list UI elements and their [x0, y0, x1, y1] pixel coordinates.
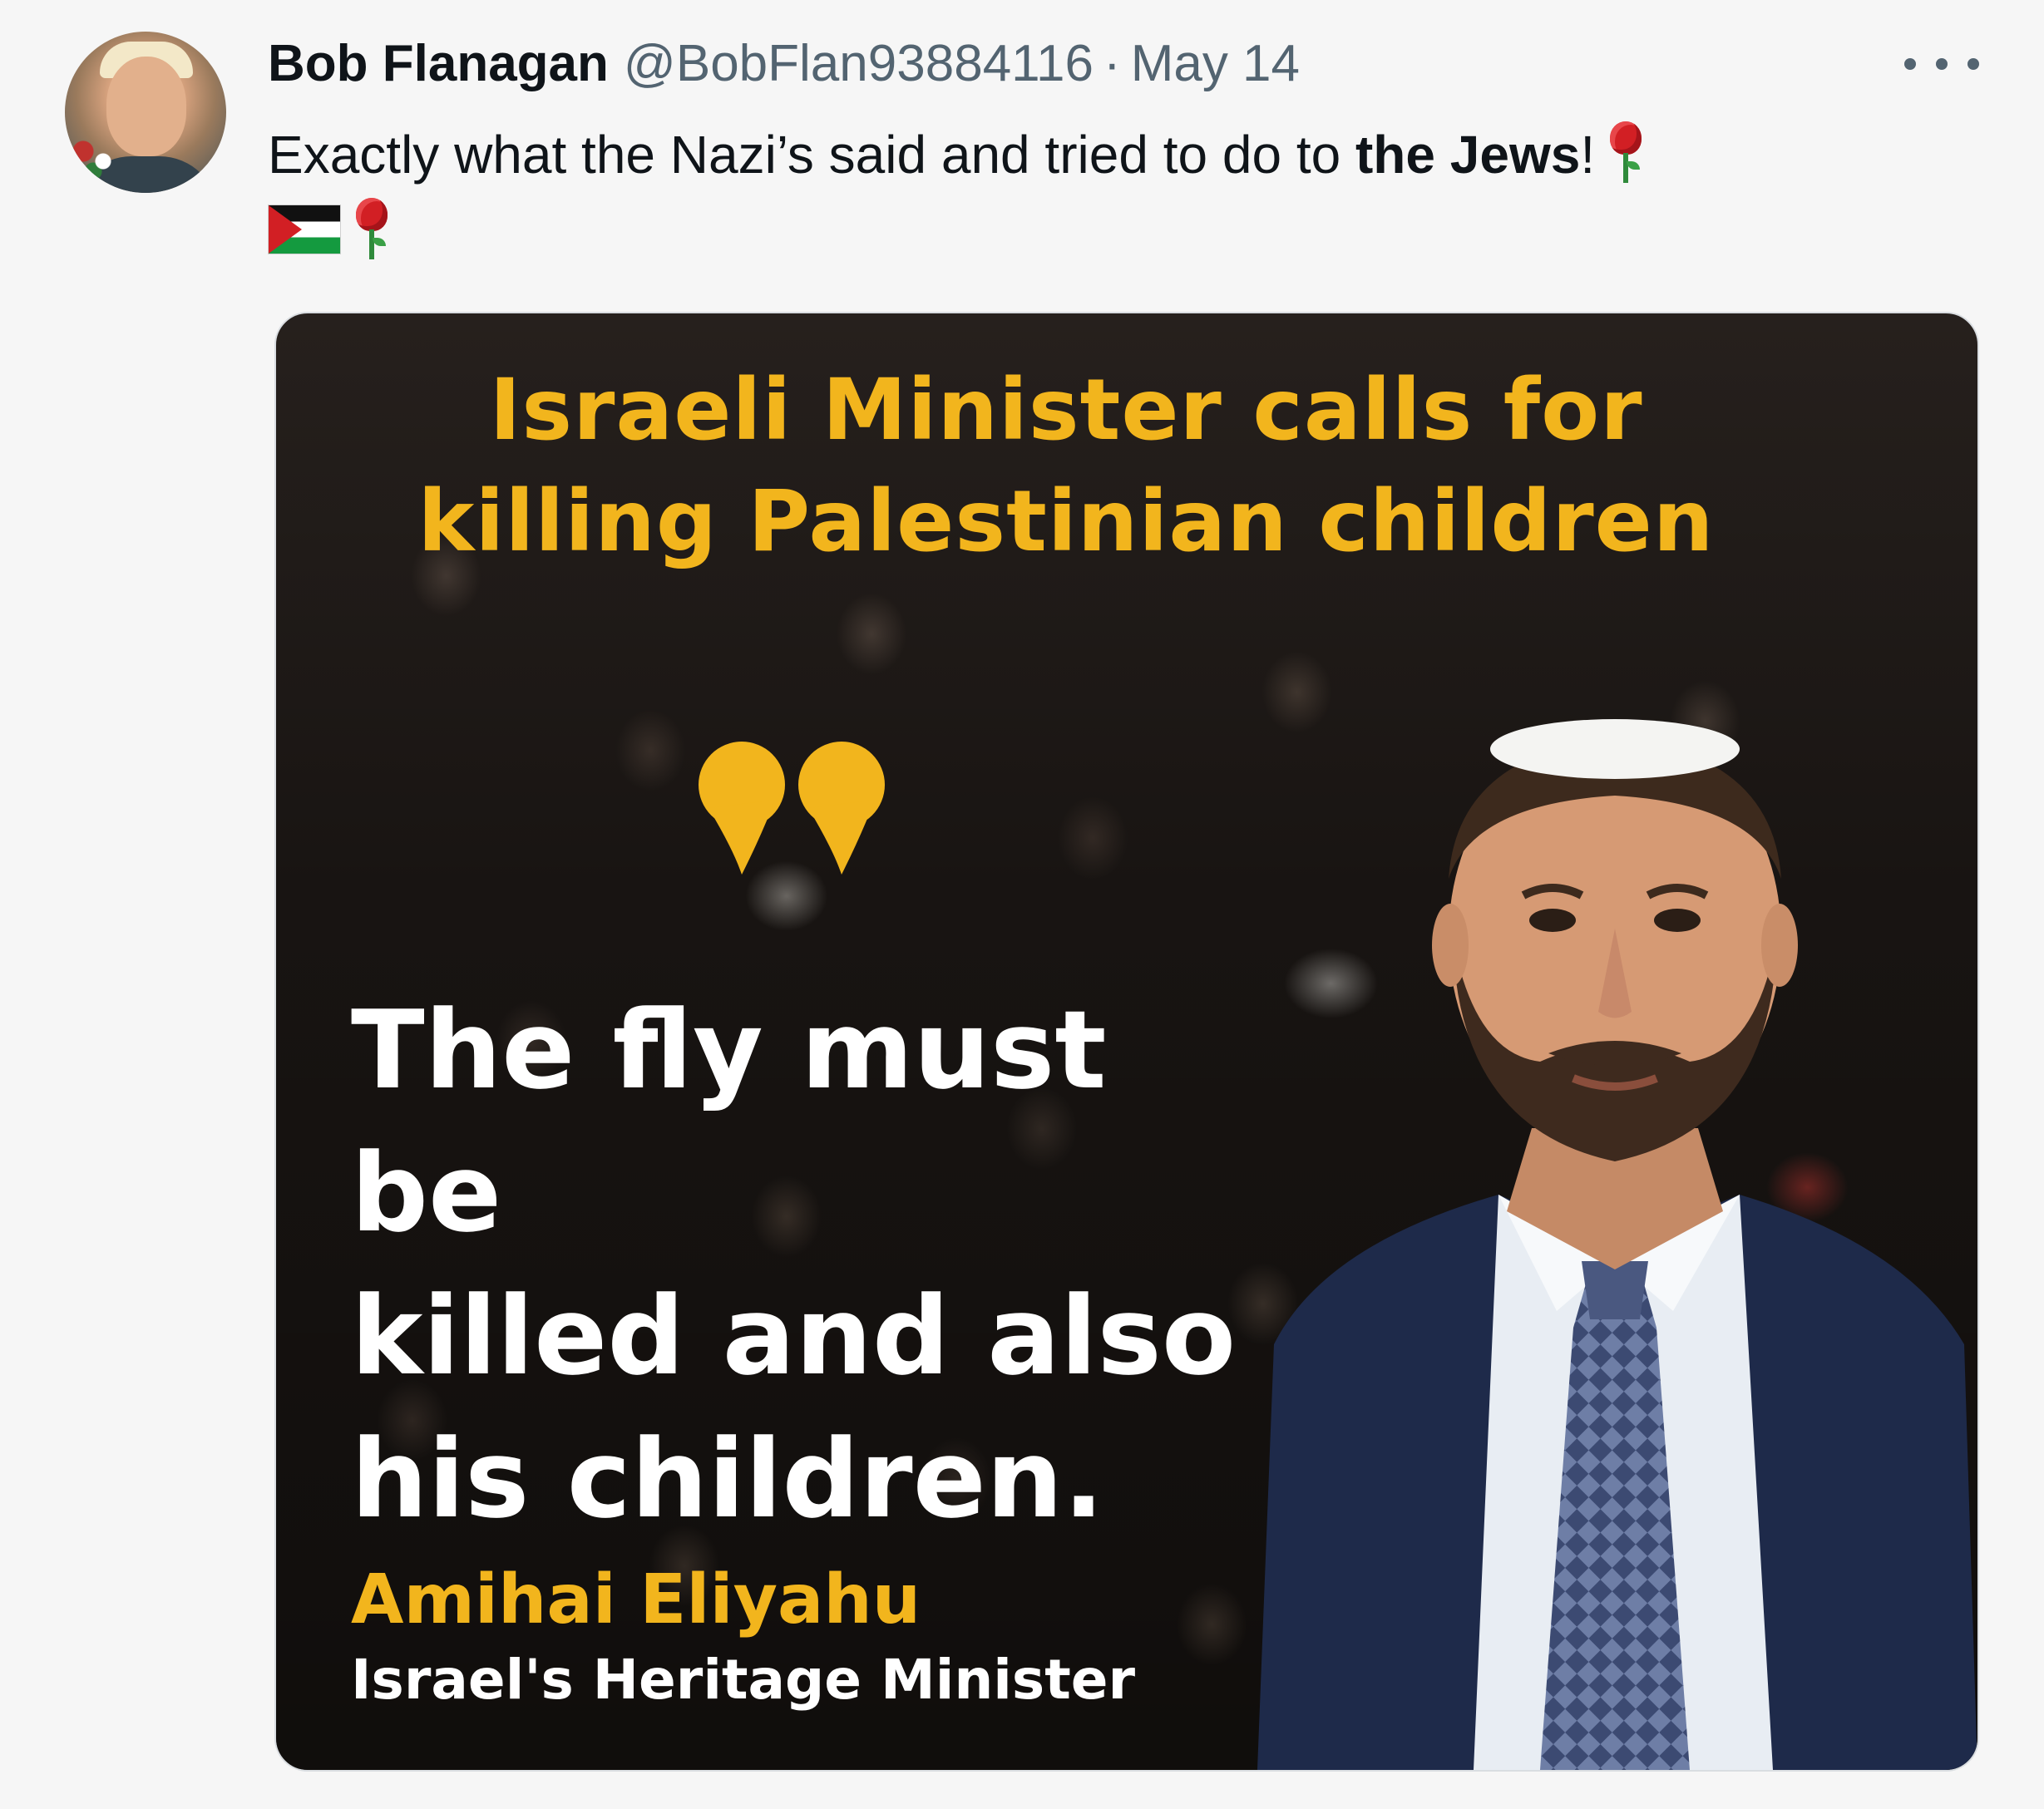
- quote-icon: [699, 742, 885, 875]
- display-name[interactable]: Bob Flanagan: [268, 34, 609, 93]
- palestine-flag-emoji: [268, 205, 341, 254]
- headline-line: killing Palestinian children: [417, 472, 1715, 571]
- speaker-title: Israel's Heritage Minister: [351, 1648, 1136, 1712]
- tweet-text-part: Exactly what the Nazi’s said and tried t…: [268, 125, 1355, 185]
- image-headline: Israeli Minister calls for killing Pales…: [276, 355, 1856, 578]
- tweet-text-bold: the Jews: [1355, 125, 1581, 185]
- more-icon-dot: [1936, 58, 1948, 70]
- tweet[interactable]: Bob Flanagan @BobFlan93884116 · May 14 E…: [0, 0, 2044, 1809]
- quote-line: The fly must be: [351, 987, 1107, 1256]
- separator-dot: ·: [1103, 34, 1121, 92]
- tweet-media-image[interactable]: Israeli Minister calls for killing Pales…: [274, 312, 1979, 1772]
- more-options-button[interactable]: [1904, 43, 1979, 85]
- quote-text: The fly must be killed and also his chil…: [351, 978, 1266, 1550]
- speaker-name: Amihai Eliyahu: [351, 1560, 921, 1639]
- headline-line: Israeli Minister calls for: [489, 361, 1643, 460]
- avatar[interactable]: [65, 32, 226, 193]
- rose-emoji: [351, 195, 391, 261]
- tweet-text-part: !: [1580, 125, 1596, 185]
- quote-line: his children.: [351, 1416, 1104, 1542]
- avatar-face: [106, 57, 186, 156]
- more-icon-dot: [1967, 58, 1979, 70]
- tweet-date[interactable]: May 14: [1131, 34, 1300, 93]
- user-handle[interactable]: @BobFlan93884116: [624, 34, 1094, 93]
- avatar-flowers: [68, 131, 118, 181]
- speaker-portrait: [1257, 719, 1977, 1770]
- quote-line: killed and also: [351, 1273, 1237, 1399]
- tweet-text: Exactly what the Nazi’s said and tried t…: [268, 116, 1931, 269]
- more-icon: [1904, 58, 1916, 70]
- tweet-header: Bob Flanagan @BobFlan93884116 · May 14: [268, 33, 1300, 93]
- rose-emoji: [1605, 118, 1645, 185]
